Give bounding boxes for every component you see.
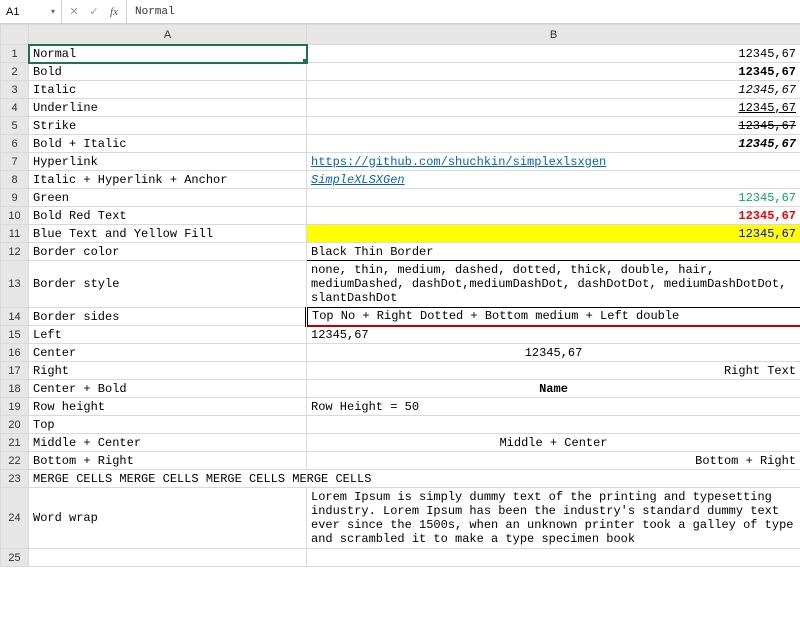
cell-a7[interactable]: Hyperlink (29, 153, 307, 171)
cell-b14[interactable]: Top No + Right Dotted + Bottom medium + … (307, 308, 800, 326)
row-header[interactable]: 14 (1, 308, 29, 326)
cell-a19[interactable]: Row height (29, 398, 307, 416)
row-header[interactable]: 13 (1, 261, 29, 308)
cell-b15[interactable]: 12345,67 (307, 326, 800, 344)
cell-a25[interactable] (29, 549, 307, 567)
col-header-a[interactable]: A (29, 25, 307, 45)
row-header[interactable]: 25 (1, 549, 29, 567)
row-header[interactable]: 8 (1, 171, 29, 189)
cell-a12[interactable]: Border color (29, 243, 307, 261)
cell-a1[interactable]: Normal (29, 45, 307, 63)
cell-a6[interactable]: Bold + Italic (29, 135, 307, 153)
cell-a3[interactable]: Italic (29, 81, 307, 99)
cell-b24[interactable]: Lorem Ipsum is simply dummy text of the … (307, 488, 800, 549)
name-box-value: A1 (6, 6, 19, 18)
formula-input-value: Normal (135, 6, 175, 18)
row-header[interactable]: 9 (1, 189, 29, 207)
cell-a17[interactable]: Right (29, 362, 307, 380)
formula-bar-buttons: ✕ ✓ fx (62, 0, 127, 23)
formula-input[interactable]: Normal (127, 0, 800, 23)
cell-b19[interactable]: Row Height = 50 (307, 398, 800, 416)
cell-b20[interactable] (307, 416, 800, 434)
cell-a13[interactable]: Border style (29, 261, 307, 308)
spreadsheet[interactable]: A B 1 Normal 12345,67 2 Bold 12345,67 3 … (0, 24, 800, 567)
cell-b16[interactable]: 12345,67 (307, 344, 800, 362)
cell-b5[interactable]: 12345,67 (307, 117, 800, 135)
formula-bar: A1 ▾ ✕ ✓ fx Normal (0, 0, 800, 24)
cell-a4[interactable]: Underline (29, 99, 307, 117)
cell-b18[interactable]: Name (307, 380, 800, 398)
row-header[interactable]: 3 (1, 81, 29, 99)
cell-a11[interactable]: Blue Text and Yellow Fill (29, 225, 307, 243)
cell-a23-merged[interactable]: MERGE CELLS MERGE CELLS MERGE CELLS MERG… (29, 470, 800, 488)
row-header[interactable]: 23 (1, 470, 29, 488)
cell-b21[interactable]: Middle + Center (307, 434, 800, 452)
cell-a8[interactable]: Italic + Hyperlink + Anchor (29, 171, 307, 189)
cell-b6[interactable]: 12345,67 (307, 135, 800, 153)
row-header[interactable]: 12 (1, 243, 29, 261)
name-box[interactable]: A1 ▾ (0, 0, 62, 23)
cancel-icon[interactable]: ✕ (68, 5, 80, 18)
cell-b11[interactable]: 12345,67 (307, 225, 800, 243)
row-header[interactable]: 16 (1, 344, 29, 362)
cell-a14[interactable]: Border sides (29, 308, 307, 326)
select-all-corner[interactable] (1, 25, 29, 45)
row-header[interactable]: 15 (1, 326, 29, 344)
cell-b3[interactable]: 12345,67 (307, 81, 800, 99)
cell-a20[interactable]: Top (29, 416, 307, 434)
cell-b7[interactable]: https://github.com/shuchkin/simplexlsxge… (307, 153, 800, 171)
row-header[interactable]: 18 (1, 380, 29, 398)
enter-icon[interactable]: ✓ (88, 5, 100, 18)
cell-a22[interactable]: Bottom + Right (29, 452, 307, 470)
cell-b17[interactable]: Right Text (307, 362, 800, 380)
cell-b10[interactable]: 12345,67 (307, 207, 800, 225)
row-header[interactable]: 10 (1, 207, 29, 225)
cell-b9[interactable]: 12345,67 (307, 189, 800, 207)
cell-a10[interactable]: Bold Red Text (29, 207, 307, 225)
row-header[interactable]: 22 (1, 452, 29, 470)
cell-b12[interactable]: Black Thin Border (307, 243, 800, 261)
row-header[interactable]: 2 (1, 63, 29, 81)
row-header[interactable]: 17 (1, 362, 29, 380)
cell-a5[interactable]: Strike (29, 117, 307, 135)
row-header[interactable]: 5 (1, 117, 29, 135)
row-header[interactable]: 7 (1, 153, 29, 171)
cell-a21[interactable]: Middle + Center (29, 434, 307, 452)
cell-a15[interactable]: Left (29, 326, 307, 344)
cell-a24[interactable]: Word wrap (29, 488, 307, 549)
chevron-down-icon[interactable]: ▾ (49, 8, 57, 16)
row-header[interactable]: 4 (1, 99, 29, 117)
cell-a18[interactable]: Center + Bold (29, 380, 307, 398)
row-header[interactable]: 20 (1, 416, 29, 434)
cell-b4[interactable]: 12345,67 (307, 99, 800, 117)
cell-a2[interactable]: Bold (29, 63, 307, 81)
row-header[interactable]: 24 (1, 488, 29, 549)
row-header[interactable]: 6 (1, 135, 29, 153)
cell-b1[interactable]: 12345,67 (307, 45, 800, 63)
row-header[interactable]: 1 (1, 45, 29, 63)
cell-a9[interactable]: Green (29, 189, 307, 207)
cell-b2[interactable]: 12345,67 (307, 63, 800, 81)
row-header[interactable]: 21 (1, 434, 29, 452)
col-header-b[interactable]: B (307, 25, 800, 45)
fx-icon[interactable]: fx (108, 6, 120, 18)
cell-a16[interactable]: Center (29, 344, 307, 362)
row-header[interactable]: 11 (1, 225, 29, 243)
cell-b25[interactable] (307, 549, 800, 567)
row-header[interactable]: 19 (1, 398, 29, 416)
cell-b22[interactable]: Bottom + Right (307, 452, 800, 470)
cell-b13[interactable]: none, thin, medium, dashed, dotted, thic… (307, 261, 800, 308)
cell-b8[interactable]: SimpleXLSXGen (307, 171, 800, 189)
